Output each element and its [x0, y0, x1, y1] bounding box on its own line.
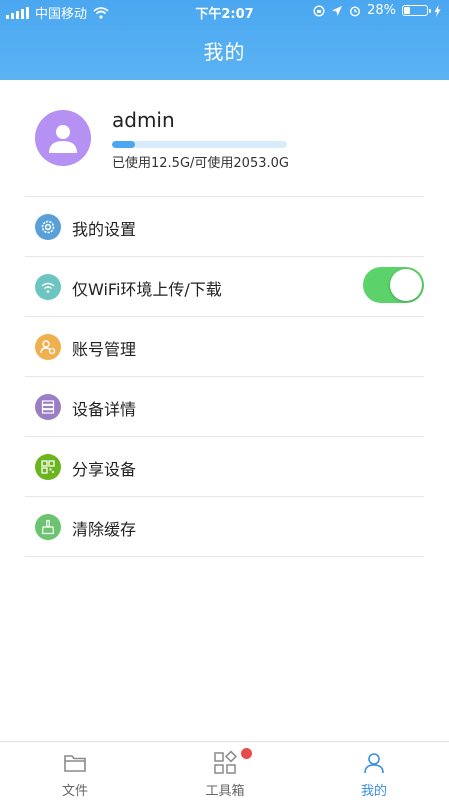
tab-label: 我的 [360, 784, 387, 799]
menu-item-label: 设备详情 [72, 400, 137, 419]
rotation-lock-icon [313, 4, 325, 17]
charging-icon [434, 4, 441, 17]
page-title: 我的 [203, 40, 246, 64]
username: admin [112, 108, 175, 132]
gear-icon [35, 214, 61, 240]
account-icon [35, 334, 61, 360]
server-icon [35, 394, 61, 420]
battery-percent: 28% [367, 3, 396, 18]
menu-item-label: 我的设置 [72, 220, 137, 239]
menu-item-clear-cache[interactable]: 清除缓存 [25, 497, 424, 557]
menu-item-label: 账号管理 [72, 340, 137, 359]
menu-item-device-details[interactable]: 设备详情 [25, 377, 424, 437]
wifi-only-toggle[interactable] [363, 267, 424, 303]
battery-icon [402, 5, 431, 16]
menu-item-label: 分享设备 [72, 460, 137, 479]
tab-mine[interactable]: 我的 [299, 742, 449, 800]
tab-label: 工具箱 [205, 784, 245, 799]
alarm-icon [350, 5, 361, 17]
menu-item-share-device[interactable]: 分享设备 [25, 437, 424, 497]
profile-section[interactable]: admin 已使用12.5G/可使用2053.0G [0, 80, 449, 198]
menu-item-my-settings[interactable]: 我的设置 [25, 197, 424, 257]
bottom-tab-bar: 文件 工具箱 我的 [0, 741, 449, 800]
user-silhouette-icon [49, 125, 77, 153]
settings-menu: 我的设置 仅WiFi环境上传/下载 账号管理 设备详情 分享设备 清除缓存 [0, 197, 449, 557]
storage-usage-text: 已使用12.5G/可使用2053.0G [112, 156, 289, 171]
avatar[interactable] [35, 110, 91, 166]
toolbox-icon [214, 750, 238, 774]
notification-badge [241, 748, 252, 759]
toggle-knob [390, 269, 422, 301]
broom-icon [35, 514, 61, 540]
tab-toolbox[interactable]: 工具箱 [150, 742, 300, 800]
tab-label: 文件 [61, 784, 88, 799]
folder-icon [64, 755, 86, 772]
location-icon [332, 5, 343, 16]
menu-item-account-management[interactable]: 账号管理 [25, 317, 424, 377]
status-bar: 中国移动 下午2:07 28% [0, 0, 449, 22]
app-header: 中国移动 下午2:07 28% 我的 [0, 0, 449, 80]
menu-item-wifi-only: 仅WiFi环境上传/下载 [25, 257, 424, 317]
qrcode-icon [35, 454, 61, 480]
storage-progress-bar [112, 141, 287, 148]
menu-item-label: 清除缓存 [72, 520, 137, 539]
wifi-icon [35, 274, 61, 300]
menu-item-label: 仅WiFi环境上传/下载 [72, 280, 222, 299]
tab-files[interactable]: 文件 [0, 742, 150, 800]
user-icon [364, 753, 384, 774]
